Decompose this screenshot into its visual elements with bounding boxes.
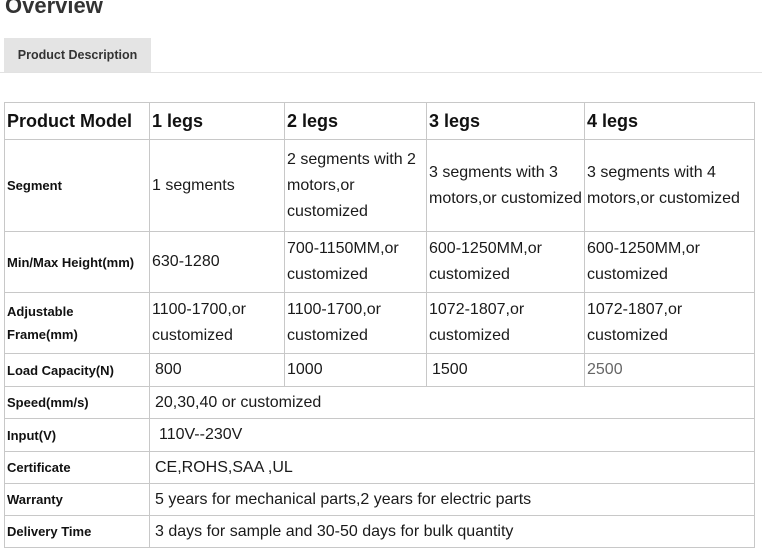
table-cell: 1100-1700,or customized [149, 292, 285, 354]
tab-product-description[interactable]: Product Description [4, 38, 151, 72]
row-label: Segment [4, 139, 150, 232]
table-cell: 5 years for mechanical parts,2 years for… [149, 483, 755, 516]
table-cell: 3 segments with 3 motors,or customized [426, 139, 585, 232]
column-header: 3 legs [426, 102, 585, 140]
table-cell: 630-1280 [149, 231, 285, 293]
row-label: Input(V) [4, 418, 150, 452]
table-row: Segment 1 segments 2 segments with 2 mot… [4, 139, 755, 232]
row-label: Adjustable Frame(mm) [4, 292, 150, 354]
table-cell: 1072-1807,or customized [426, 292, 585, 354]
table-cell: CE,ROHS,SAA ,UL [149, 451, 755, 484]
table-row: Load Capacity(N) 800 1000 1500 2500 [4, 353, 755, 387]
row-label: Warranty [4, 483, 150, 516]
table-cell: 700-1150MM,or customized [284, 231, 427, 293]
table-cell: 1000 [284, 353, 427, 387]
table-row: Certificate CE,ROHS,SAA ,UL [4, 451, 755, 484]
column-header: 2 legs [284, 102, 427, 140]
table-cell: 1072-1807,or customized [584, 292, 755, 354]
table-row: Input(V) 110V--230V [4, 418, 755, 452]
row-label: Min/Max Height(mm) [4, 231, 150, 293]
table-cell: 800 [149, 353, 285, 387]
table-cell: 3 days for sample and 30-50 days for bul… [149, 515, 755, 548]
table-cell: 1100-1700,or customized [284, 292, 427, 354]
table-row: Warranty 5 years for mechanical parts,2 … [4, 483, 755, 516]
column-header: Product Model [4, 102, 150, 140]
column-header: 1 legs [149, 102, 285, 140]
table-row: Speed(mm/s) 20,30,40 or customized [4, 386, 755, 419]
table-row: Adjustable Frame(mm) 1100-1700,or custom… [4, 292, 755, 354]
table-cell: 2 segments with 2 motors,or customized [284, 139, 427, 232]
table-cell: 600-1250MM,or customized [584, 231, 755, 293]
table-cell: 3 segments with 4 motors,or customized [584, 139, 755, 232]
table-row: Min/Max Height(mm) 630-1280 700-1150MM,o… [4, 231, 755, 293]
table-cell: 1500 [426, 353, 585, 387]
row-label: Load Capacity(N) [4, 353, 150, 387]
column-header: 4 legs [584, 102, 755, 140]
table-cell: 2500 [584, 353, 755, 387]
table-cell: 1 segments [149, 139, 285, 232]
row-label: Certificate [4, 451, 150, 484]
table-header-row: Product Model 1 legs 2 legs 3 legs 4 leg… [4, 102, 755, 140]
row-label: Delivery Time [4, 515, 150, 548]
table-cell: 110V--230V [149, 418, 755, 452]
page-title: Overview [5, 0, 103, 18]
table-cell: 600-1250MM,or customized [426, 231, 585, 293]
table-row: Delivery Time 3 days for sample and 30-5… [4, 515, 755, 548]
tab-bar: Product Description [0, 38, 762, 73]
table-cell: 20,30,40 or customized [149, 386, 755, 419]
spec-table: Product Model 1 legs 2 legs 3 legs 4 leg… [4, 102, 755, 548]
row-label: Speed(mm/s) [4, 386, 150, 419]
